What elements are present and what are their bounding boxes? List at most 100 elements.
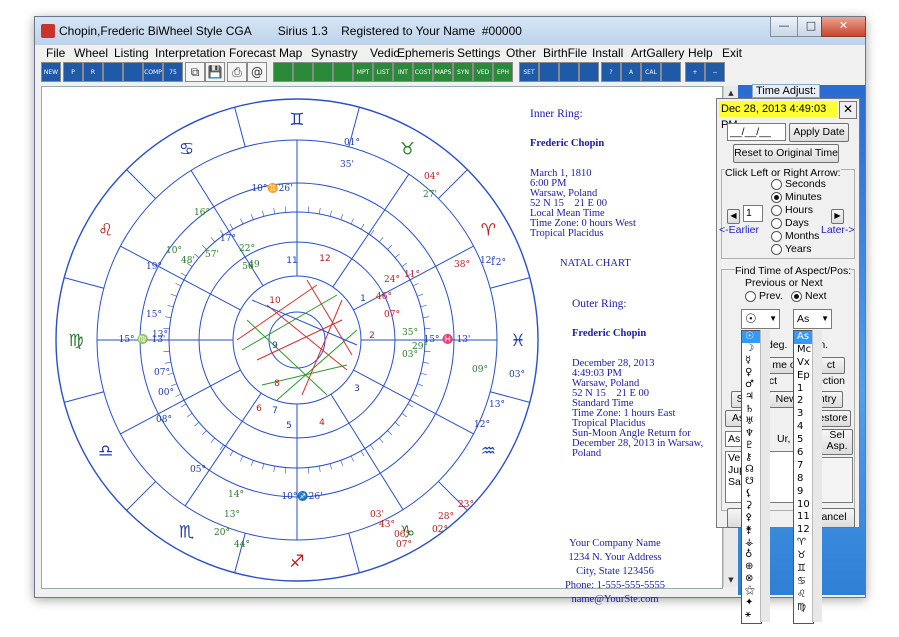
zoom-in-icon[interactable]: + (685, 62, 705, 82)
date-input[interactable]: __/__/__ (727, 123, 786, 141)
planet-a-dropdown-scrollbar[interactable] (760, 330, 770, 622)
position-option[interactable]: ♍ (794, 602, 813, 615)
planet-option[interactable]: ♀ (742, 367, 761, 379)
later-label[interactable]: Later-> (821, 224, 855, 236)
planet-option[interactable]: ⚵ (742, 525, 761, 537)
zoom-out-icon[interactable]: − (705, 62, 725, 82)
menu-wheel[interactable]: Wheel (74, 46, 108, 60)
planet-b-dropdown-scrollbar[interactable] (812, 330, 822, 622)
chart-area[interactable]: ♈ ♉ ♊ ♋ ♌ ♍ ♎ ♏ ♐ ♑ ♒ ♓ 1 2 3 4 5 6 7 8 9 10 11 12 10°♊26' 10°♐26… (41, 86, 723, 605)
menu-settings[interactable]: Settings (457, 46, 500, 60)
planet-option[interactable]: ♄ (742, 404, 761, 416)
position-option[interactable]: 9 (794, 486, 813, 499)
position-option[interactable]: ♊ (794, 563, 813, 576)
menu-help[interactable]: Help (688, 46, 713, 60)
earlier-arrow-button[interactable]: ◀ (727, 209, 740, 224)
syn-icon[interactable]: SYN (453, 62, 473, 82)
position-option[interactable]: 8 (794, 473, 813, 486)
settings-icon[interactable]: SET (519, 62, 539, 82)
planet-a-select[interactable]: ☉ ▼ (741, 309, 780, 329)
unit-radio-days[interactable] (771, 218, 782, 229)
int-icon[interactable]: INT (393, 62, 413, 82)
position-option[interactable]: Vx (794, 357, 813, 370)
planet-option[interactable]: ♂ (742, 379, 761, 391)
unit-radio-seconds[interactable] (771, 179, 782, 190)
list-icon[interactable]: LIST (373, 62, 393, 82)
planet-option[interactable]: ⚴ (742, 512, 761, 524)
copy-icon[interactable]: ⧉ (185, 62, 205, 82)
cost-icon[interactable]: COST (413, 62, 433, 82)
planet-option[interactable]: ⊕ (742, 561, 761, 573)
position-option[interactable]: 12 (794, 524, 813, 537)
planet-option[interactable]: ♅ (742, 416, 761, 428)
printer-icon[interactable]: ⎙ (227, 62, 247, 82)
menu-interpretation[interactable]: Interpretation (155, 46, 226, 60)
reset-time-button[interactable]: Reset to Original Time (733, 144, 839, 163)
wheel-icon[interactable] (273, 62, 293, 82)
menu-exit[interactable]: Exit (722, 46, 742, 60)
clock-icon[interactable] (539, 62, 559, 82)
nova-icon[interactable] (123, 62, 143, 82)
panel-close-button[interactable]: ✕ (839, 101, 857, 119)
menu-listing[interactable]: Listing (114, 46, 149, 60)
save-icon[interactable]: 💾 (205, 62, 225, 82)
menu-forecast[interactable]: Forecast (229, 46, 276, 60)
position-option[interactable]: 7 (794, 460, 813, 473)
menu-vedic[interactable]: Vedic (370, 46, 399, 60)
report-icon[interactable]: R (83, 62, 103, 82)
mpt-icon[interactable]: MPT (353, 62, 373, 82)
planet-option[interactable]: ♃ (742, 391, 761, 403)
unit-radio-minutes[interactable] (771, 192, 782, 203)
menu-birthfile[interactable]: BirthFile (543, 46, 587, 60)
help-icon[interactable]: ? (601, 62, 621, 82)
position-option[interactable]: 4 (794, 421, 813, 434)
planet-b-select[interactable]: As ▼ (793, 309, 832, 329)
planet-icon[interactable] (333, 62, 353, 82)
comet-icon[interactable] (103, 62, 123, 82)
maps-icon[interactable]: MAPS (433, 62, 453, 82)
planet-option[interactable]: ☊ (742, 464, 761, 476)
menu-synastry[interactable]: Synastry (311, 46, 358, 60)
menu-install[interactable]: Install (592, 46, 623, 60)
hand-icon[interactable] (661, 62, 681, 82)
email-icon[interactable]: @ (247, 62, 267, 82)
position-option[interactable]: 1 (794, 383, 813, 396)
planet-a-dropdown[interactable]: ☉ ☽ ☿ ♀ ♂ ♃ ♄ ♅ ♆ ♇ ⚷ ☊ ☋ ⚸ ⚳ ⚴ ⚵ ⚶ ♁ ⊕ ⊗ ⚝ ✦ ⚹ (741, 330, 762, 624)
planet-option[interactable]: ⚶ (742, 537, 761, 549)
position-option[interactable]: ♋ (794, 576, 813, 589)
grid-icon[interactable] (313, 62, 333, 82)
menu-other[interactable]: Other (506, 46, 536, 60)
planet-option[interactable]: ⚷ (742, 452, 761, 464)
print-chart-icon[interactable]: P (63, 62, 83, 82)
planet-option[interactable]: ☉ (742, 331, 761, 344)
menu-map[interactable]: Map (279, 46, 302, 60)
cal-icon[interactable]: CAL (641, 62, 661, 82)
next-radio[interactable] (791, 291, 802, 302)
time-adjust-tab[interactable]: Time Adjust: (752, 84, 821, 98)
wheel2-icon[interactable] (293, 62, 313, 82)
planet-option[interactable]: ⚹ (742, 609, 761, 621)
position-option[interactable]: ♈ (794, 537, 813, 550)
minimize-button[interactable]: — (770, 17, 798, 37)
unit-radio-hours[interactable] (771, 205, 782, 216)
ved-icon[interactable]: VED (473, 62, 493, 82)
step-input[interactable]: 1 (743, 205, 763, 222)
app-icon[interactable] (41, 24, 55, 38)
menu-artgallery[interactable]: ArtGallery (631, 46, 684, 60)
eph-icon[interactable]: EPH (493, 62, 513, 82)
planet-option[interactable]: ☿ (742, 355, 761, 367)
position-option[interactable]: Ep (794, 370, 813, 383)
position-option[interactable]: 10 (794, 499, 813, 512)
compare-icon[interactable]: COMP (143, 62, 163, 82)
position-option[interactable]: Mc (794, 344, 813, 357)
planet-option[interactable]: ⚸ (742, 488, 761, 500)
close-button[interactable]: ✕ (821, 17, 866, 37)
unit-radio-months[interactable] (771, 231, 782, 242)
later-arrow-button[interactable]: ▶ (831, 209, 844, 224)
position-option[interactable]: As (794, 331, 813, 344)
position-option[interactable]: 11 (794, 511, 813, 524)
position-option[interactable]: 5 (794, 434, 813, 447)
wheel-number-icon[interactable]: 75 (163, 62, 183, 82)
position-option[interactable]: 3 (794, 408, 813, 421)
prev-radio[interactable] (745, 291, 756, 302)
